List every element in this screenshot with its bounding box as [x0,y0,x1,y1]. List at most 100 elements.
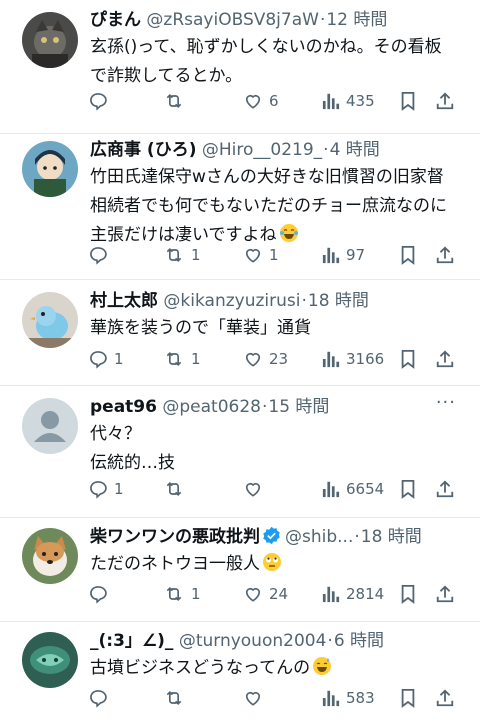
like-button[interactable]: 1 [243,242,279,268]
like-icon [245,248,261,263]
post-4[interactable]: 柴ワンワンの悪政批判 @shib...·18 時間 ただのネトウヨ一般人 1 24… [0,518,480,622]
bookmark-button[interactable] [399,346,417,372]
share-icon [436,92,454,110]
view-count: 3166 [346,350,385,368]
views-icon [322,481,340,498]
repost-button[interactable] [163,88,191,114]
views-button[interactable]: 583 [322,685,375,711]
post-text: 竹田氏達保守wさんの大好きな旧慣習の旧家督 相続者でも何でもないただのチョー庶流… [90,163,464,250]
post-header: peat96 @peat0628·15 時間 [90,394,460,420]
post-time[interactable]: 18 時間 [308,291,369,311]
share-button[interactable] [435,685,455,711]
share-button[interactable] [435,346,455,372]
reply-button[interactable] [88,581,114,607]
bookmark-button[interactable] [399,476,417,502]
author-name[interactable]: 柴ワンワンの悪政批判 [90,527,260,547]
default-avatar[interactable] [22,398,78,454]
repost-button[interactable] [163,685,191,711]
like-button[interactable]: 24 [243,581,288,607]
post-text-line: 竹田氏達保守wさんの大好きな旧慣習の旧家督 [90,167,444,187]
share-icon [436,246,454,264]
sweat-smile-emoji-icon [313,657,332,675]
views-button[interactable]: 6654 [322,476,384,502]
action-bar: 1 1 97 [0,242,480,268]
post-5[interactable]: _(:3」∠)_ @turnyouon2004·6 時間 古墳ビジネスどうなって… [0,622,480,722]
like-button[interactable]: 6 [243,88,279,114]
post-time[interactable]: 15 時間 [268,397,329,417]
view-count: 97 [346,246,366,264]
post-2[interactable]: 村上太郎 @kikanzyuzirusi·18 時間 華族を装うので「華装」通貨… [0,280,480,386]
bookmark-button[interactable] [399,242,417,268]
action-bar: 1 1 23 3166 [0,346,480,372]
like-button[interactable] [243,476,269,502]
reply-button[interactable]: 1 [88,476,124,502]
repost-icon [166,586,182,602]
share-button[interactable] [435,476,455,502]
views-icon [322,351,340,368]
author-handle[interactable]: @turnyouon2004 [179,631,327,651]
more-icon[interactable]: ··· [436,392,456,413]
like-count: 24 [269,585,289,603]
share-button[interactable] [435,88,455,114]
share-button[interactable] [435,242,455,268]
views-button[interactable]: 2814 [322,581,384,607]
like-button[interactable]: 23 [243,346,288,372]
post-text-line: 華族を装うので「華装」通貨 [90,318,311,338]
author-name[interactable]: 広商事 (ひろ) [90,140,196,160]
view-count: 583 [346,689,375,707]
bookmark-button[interactable] [399,88,417,114]
bookmark-button[interactable] [399,581,417,607]
post-3[interactable]: peat96 @peat0628·15 時間 ··· 代々？ 伝統的…技 1 6… [0,386,480,518]
views-button[interactable]: 3166 [322,346,384,372]
author-handle[interactable]: @peat0628 [162,397,261,417]
share-button[interactable] [435,581,455,607]
author-handle[interactable]: @shib... [285,527,353,547]
avatar[interactable] [22,141,78,197]
post-time[interactable]: 4 時間 [330,140,380,160]
view-count: 2814 [346,585,385,603]
action-bar: 1 24 2814 [0,581,480,607]
post-text: ただのネトウヨ一般人 [90,550,464,579]
repost-button[interactable]: 1 [163,346,201,372]
avatar[interactable] [22,632,78,688]
post-text: 華族を装うので「華装」通貨 [90,314,464,343]
author-handle[interactable]: @zRsayiOBSV8j7aW [146,10,319,30]
views-button[interactable]: 435 [322,88,375,114]
like-button[interactable] [243,685,269,711]
reply-icon [90,247,107,265]
repost-button[interactable] [163,476,191,502]
reply-button[interactable] [88,88,114,114]
repost-button[interactable]: 1 [163,242,201,268]
reply-button[interactable]: 1 [88,346,124,372]
views-icon [322,247,340,264]
post-time[interactable]: 12 時間 [326,10,387,30]
author-name[interactable]: _(:3」∠)_ [90,631,173,651]
post-1[interactable]: 広商事 (ひろ) @Hiro__0219_·4 時間 竹田氏達保守wさんの大好き… [0,134,480,280]
views-icon [322,690,340,707]
avatar[interactable] [22,12,78,68]
author-name[interactable]: peat96 [90,397,157,417]
avatar[interactable] [22,528,78,584]
post-text-line-with-emoji: 古墳ビジネスどうなってんの [90,654,464,683]
reply-button[interactable] [88,242,114,268]
author-handle[interactable]: @kikanzyuzirusi [163,291,300,311]
post-time[interactable]: 6 時間 [334,631,384,651]
repost-button[interactable]: 1 [163,581,201,607]
post-time[interactable]: 18 時間 [361,527,422,547]
avatar[interactable] [22,292,78,348]
share-icon [436,689,454,707]
author-name[interactable]: 村上太郎 [90,291,158,311]
reply-count: 1 [114,350,124,368]
repost-count: 1 [191,585,201,603]
bookmark-button[interactable] [399,685,417,711]
author-name[interactable]: ぴまん [90,10,141,30]
views-button[interactable]: 97 [322,242,365,268]
repost-icon [166,690,182,706]
reply-button[interactable] [88,685,114,711]
bookmark-icon [401,585,415,604]
like-count: 1 [269,246,279,264]
post-0[interactable]: ぴまん @zRsayiOBSV8j7aW·12 時間 玄孫()って、恥ずかしくな… [0,0,480,134]
repost-icon [166,481,182,497]
like-icon [245,94,261,109]
author-handle[interactable]: @Hiro__0219_ [202,140,322,160]
